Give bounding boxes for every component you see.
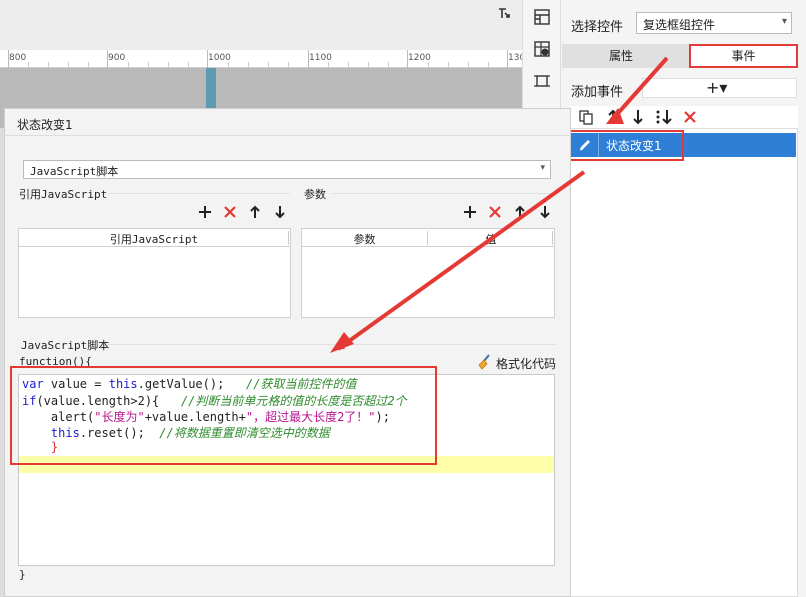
event-list	[570, 128, 798, 597]
format-code-label: 格式化代码	[496, 356, 557, 371]
format-code-button[interactable]: 格式化代码	[476, 353, 557, 373]
designer-toolbar-area	[0, 0, 522, 50]
broom-icon	[476, 353, 492, 373]
move-down-icon[interactable]	[630, 108, 646, 126]
column-header: 参数	[353, 233, 376, 246]
divider	[4, 135, 571, 136]
highlight-box	[567, 130, 684, 161]
tab-events[interactable]: 事件	[689, 44, 798, 68]
chevron-down-icon: ▾	[540, 163, 545, 173]
move-up-icon[interactable]	[246, 202, 264, 222]
add-event-label: 添加事件	[571, 85, 624, 100]
move-down-icon[interactable]	[271, 202, 289, 222]
delete-icon[interactable]	[486, 202, 504, 222]
horizontal-ruler: 800 900 1000 1100 1200 130	[0, 50, 525, 68]
ruler-mark: 800	[9, 53, 27, 63]
layout-grid-icon[interactable]	[531, 6, 553, 28]
divider	[332, 193, 556, 194]
delete-icon[interactable]	[221, 202, 239, 222]
copy-icon[interactable]	[578, 108, 594, 126]
widget-select-dropdown[interactable]: 复选框组控件 ▾	[636, 12, 792, 34]
app-window: 800 900 1000 1100 1200 130 选择控件 复选框组控件 ▾…	[0, 0, 806, 597]
add-icon[interactable]	[196, 202, 214, 222]
select-widget-label: 选择控件	[571, 20, 624, 35]
divider	[108, 344, 556, 345]
tab-properties[interactable]: 属性	[562, 44, 680, 68]
delete-icon[interactable]	[682, 108, 698, 126]
dialog-title: 状态改变1	[17, 118, 73, 132]
add-icon[interactable]	[461, 202, 479, 222]
move-up-icon[interactable]	[605, 108, 621, 126]
corner-resize-icon[interactable]	[497, 6, 511, 20]
params-label: 参数	[304, 188, 326, 201]
divider	[108, 193, 290, 194]
column-header: 值	[485, 233, 497, 246]
script-type-select[interactable]: JavaScript脚本 ▾	[23, 160, 551, 179]
script-type-value: JavaScript脚本	[30, 165, 119, 178]
ref-js-label: 引用JavaScript	[19, 188, 108, 201]
move-up-icon[interactable]	[511, 202, 529, 222]
table-header: 参数 值	[302, 229, 554, 247]
params-table[interactable]: 参数 值	[301, 228, 555, 318]
ref-js-table[interactable]: 引用JavaScript	[18, 228, 291, 318]
add-event-dropdown[interactable]: +▾	[706, 78, 727, 97]
table-header: 引用JavaScript	[19, 229, 290, 247]
chevron-down-icon: ▾	[781, 16, 787, 27]
widget-select-value: 复选框组控件	[643, 18, 716, 32]
script-section-label: JavaScript脚本	[21, 339, 110, 352]
widget-info-icon[interactable]	[531, 38, 553, 60]
move-bottom-icon[interactable]	[655, 108, 675, 126]
column-header: 引用JavaScript	[109, 233, 199, 246]
frame-icon[interactable]	[531, 70, 553, 92]
function-close: }	[19, 568, 26, 581]
highlight-box	[10, 366, 437, 465]
ruler-mark: 900	[108, 53, 126, 63]
panel-tabs: 属性 事件	[562, 44, 798, 68]
move-down-icon[interactable]	[536, 202, 554, 222]
